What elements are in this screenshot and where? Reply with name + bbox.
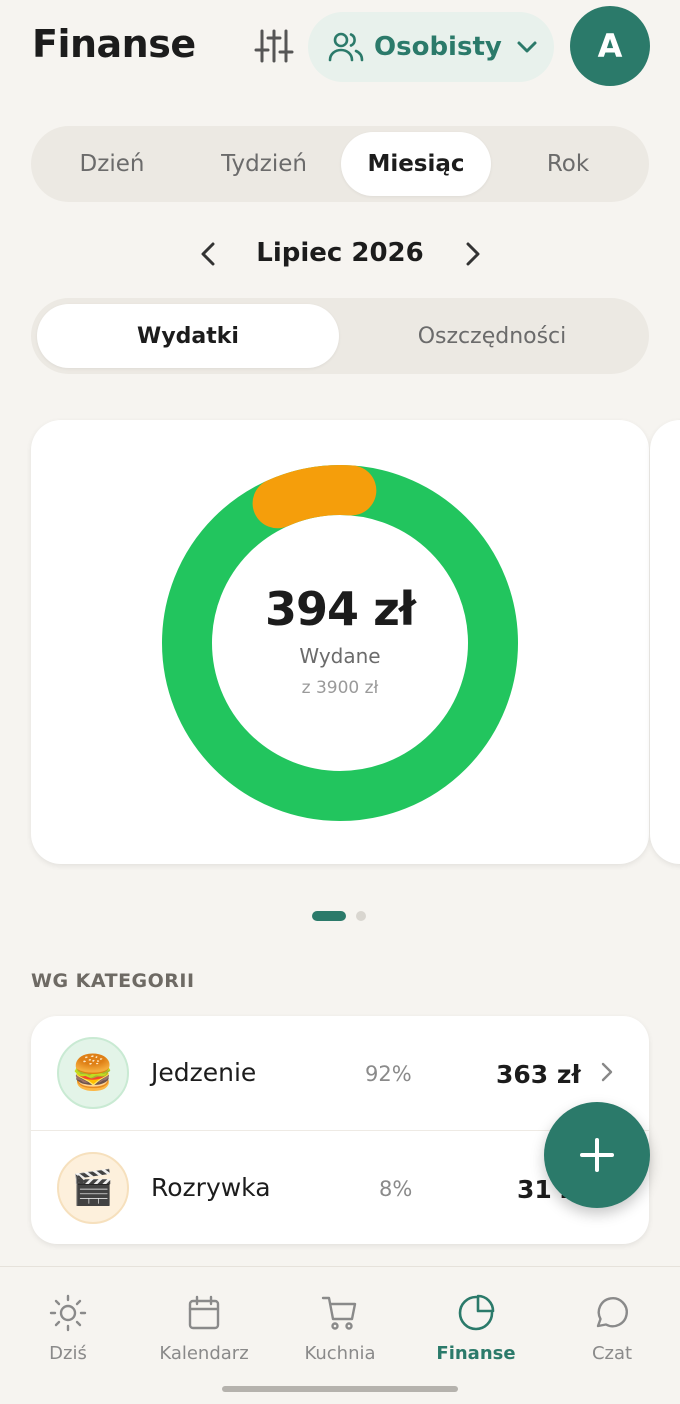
previous-month-button[interactable] [186,232,230,276]
burger-icon: 🍔 [57,1037,129,1109]
calendar-icon [188,1295,220,1330]
avatar[interactable]: A [570,6,650,86]
month-navigator: Lipiec 2026 [0,226,680,282]
filter-button[interactable] [252,26,296,66]
tab-expenses[interactable]: Wydatki [37,304,339,368]
spent-label: Wydane [299,644,381,668]
donut-center: 394 zł Wydane z 3900 zł [161,464,519,822]
carousel-indicator [0,910,680,922]
category-name: Jedzenie [151,1058,257,1087]
type-selector: Wydatki Oszczędności [31,298,649,374]
category-amount: 363 zł [496,1060,581,1089]
profile-selector[interactable]: Osobisty [308,12,554,82]
chevron-down-icon [517,41,537,53]
nav-label: Dziś [49,1343,87,1364]
plus-icon [580,1138,614,1172]
nav-label: Kalendarz [159,1343,249,1364]
nav-item-calendar[interactable]: Kalendarz [136,1293,272,1373]
category-percent: 92% [365,1062,412,1086]
period-selector: Dzień Tydzień Miesiąc Rok [31,126,649,202]
nav-item-today[interactable]: Dziś [0,1293,136,1373]
users-icon [328,32,364,62]
nav-item-kitchen[interactable]: Kuchnia [272,1293,408,1373]
category-percent: 8% [379,1177,413,1201]
tab-savings[interactable]: Oszczędności [341,304,643,368]
list-item-food[interactable]: 🍔 Jedzenie 92% 363 zł [31,1016,649,1130]
carousel-dot-active[interactable] [312,911,346,921]
section-title-categories: WG KATEGORII [31,970,195,992]
category-name: Rozrywka [151,1173,271,1202]
next-month-button[interactable] [451,232,495,276]
pie-chart-icon [458,1294,495,1331]
nav-label: Kuchnia [304,1343,376,1364]
spending-summary-card[interactable]: 394 zł Wydane z 3900 zł [31,420,649,864]
nav-item-finance[interactable]: Finanse [408,1293,544,1373]
chevron-right-icon [601,1062,613,1082]
chevron-left-icon [201,242,215,266]
home-indicator [222,1386,458,1392]
chat-bubble-icon [596,1297,628,1328]
bottom-navigation: Dziś Kalendarz Kuchnia Finanse Czat [0,1266,680,1404]
nav-label: Finanse [436,1343,516,1364]
add-expense-button[interactable] [544,1102,650,1208]
shopping-cart-icon [321,1296,357,1330]
tab-year[interactable]: Rok [493,132,643,196]
sliders-icon [254,29,294,63]
clapperboard-icon: 🎬 [57,1152,129,1224]
spent-amount: 394 zł [265,582,416,636]
page-title: Finanse [32,22,196,66]
month-label: Lipiec 2026 [256,238,424,268]
nav-label: Czat [591,1343,633,1364]
chevron-right-icon [466,242,480,266]
profile-label: Osobisty [374,32,502,62]
budget-label: z 3900 zł [301,678,379,698]
header: Finanse Osobisty A [0,0,680,100]
carousel-dot[interactable] [356,911,366,921]
nav-item-chat[interactable]: Czat [544,1293,680,1373]
sun-icon [49,1294,87,1332]
tab-month[interactable]: Miesiąc [341,132,491,196]
next-card-preview[interactable] [650,420,680,864]
tab-day[interactable]: Dzień [37,132,187,196]
tab-week[interactable]: Tydzień [189,132,339,196]
